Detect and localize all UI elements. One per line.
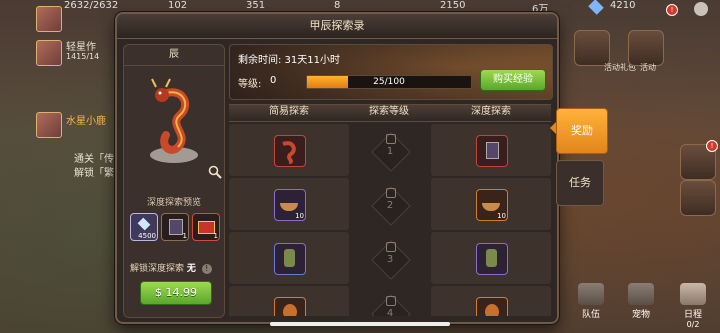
lock-icon: [386, 296, 396, 306]
exploration-dialog: 甲辰探索录 辰 深度探索预览 4500 1 1 解锁深度探索 无 ! $ 14.…: [115, 12, 559, 324]
deep-preview-heading: 深度探索预览: [146, 198, 201, 208]
lock-icon: [386, 188, 396, 198]
preview-item-gems[interactable]: 4500: [130, 213, 158, 241]
team-label: 队伍: [581, 310, 600, 320]
unlock-label: 解锁深度探索: [130, 264, 185, 274]
dragon-mini-icon: [282, 141, 296, 164]
chat-line-2: 通关「传: [74, 154, 114, 165]
bowl-icon: [280, 203, 298, 211]
basic-reward-dragon[interactable]: [274, 135, 306, 167]
tab-task[interactable]: 任务: [556, 160, 604, 206]
tab-reward[interactable]: 奖励: [556, 108, 608, 154]
schedule-count: 0/2: [686, 320, 700, 329]
item-qty: 10: [497, 212, 506, 220]
jar-icon: [284, 249, 295, 267]
item-qty: 10: [295, 212, 304, 220]
remaining-time: 剩余时间: 31天11小时: [238, 55, 340, 66]
level-number: 1: [386, 146, 394, 157]
chat-line-3: 解锁「繁: [74, 168, 114, 179]
level-progress-bar: 25/100: [306, 75, 472, 89]
table-row: 3: [229, 232, 551, 284]
seed-icon: [485, 304, 499, 316]
gem-pile-icon: [137, 217, 151, 231]
deep-cell: 10: [431, 178, 551, 230]
pet-label: 宠物: [631, 310, 650, 320]
level-progress-text: 25/100: [373, 77, 405, 87]
unlock-price-button[interactable]: $ 14.99: [140, 281, 212, 305]
player-meta: 1415/14: [66, 52, 100, 61]
schedule-label: 日程: [683, 310, 702, 320]
basic-reward-bowl[interactable]: 10: [274, 189, 306, 221]
deep-cell: [431, 232, 551, 284]
avatar-3[interactable]: [36, 112, 62, 138]
buy-exp-button[interactable]: 购买经验: [480, 69, 546, 91]
preview-item-card[interactable]: 1: [161, 213, 189, 241]
lock-icon: [386, 242, 396, 252]
col-deep: 深度探索: [471, 106, 511, 117]
pet-button[interactable]: 宠物: [624, 283, 658, 323]
level-label: 等级:: [238, 79, 262, 90]
left-preview-panel: 辰 深度探索预览 4500 1 1 解锁深度探索 无 ! $ 14.99: [123, 44, 225, 318]
info-icon[interactable]: !: [201, 264, 212, 274]
event-button[interactable]: [628, 30, 664, 66]
deep-reward-bowl[interactable]: 10: [476, 189, 508, 221]
event-pack-button[interactable]: [574, 30, 610, 66]
avatar-2[interactable]: [36, 40, 62, 66]
deep-cell: [431, 124, 551, 176]
team-icon: [578, 283, 604, 305]
dragon-image[interactable]: [142, 75, 206, 175]
unlock-status: 无: [186, 264, 196, 274]
level-number: 2: [386, 200, 394, 211]
chat-line-1: 水星小鹿: [66, 116, 106, 127]
basic-cell: 200: [229, 286, 349, 316]
level-value: 0: [270, 75, 277, 86]
basic-cell: [229, 232, 349, 284]
table-row: 1: [229, 124, 551, 176]
table-row: 200 4 400: [229, 286, 551, 316]
deep-cell: 400: [431, 286, 551, 316]
basic-cell: 10: [229, 178, 349, 230]
settings-icon[interactable]: [694, 2, 708, 16]
side-button-2[interactable]: [680, 180, 716, 216]
top-left-numbers: 2632/2632: [64, 0, 119, 11]
bowl-icon: [482, 203, 500, 211]
card-icon: [169, 219, 183, 235]
dialog-title: 甲辰探索录: [117, 14, 557, 39]
level-number: 4: [386, 308, 394, 316]
home-indicator[interactable]: [270, 322, 450, 326]
table-row: 10 2 10: [229, 178, 551, 230]
level-number: 3: [386, 254, 394, 265]
player-name: 轻星作: [66, 42, 96, 53]
team-button[interactable]: 队伍: [574, 283, 608, 323]
unlock-deep-line: 解锁深度探索 无 !: [130, 261, 230, 274]
zoom-icon[interactable]: [208, 165, 222, 179]
notify-badge-icon: !: [706, 140, 718, 152]
event-label: 活动: [640, 63, 656, 72]
deep-reward-seed[interactable]: 400: [476, 297, 508, 316]
schedule-button[interactable]: 日程 0/2: [676, 283, 710, 329]
basic-cell: [229, 124, 349, 176]
deep-reward-card[interactable]: [476, 135, 508, 167]
pet-icon: [628, 283, 654, 305]
preview-item-qty: 4500: [138, 232, 156, 240]
mail-badge-icon[interactable]: !: [666, 4, 678, 16]
zodiac-heading: 辰: [124, 45, 224, 66]
card-icon: [486, 142, 499, 159]
lock-icon: [386, 134, 396, 144]
gem-count: 4210: [610, 0, 636, 11]
deep-reward-jar[interactable]: [476, 243, 508, 275]
preview-item-chest[interactable]: 1: [192, 213, 220, 241]
exploration-header: 剩余时间: 31天11小时 等级: 0 25/100 购买经验: [229, 44, 553, 100]
basic-reward-jar[interactable]: [274, 243, 306, 275]
basic-reward-seed[interactable]: 200: [274, 297, 306, 316]
jar-icon: [486, 249, 497, 267]
chest-icon: [198, 221, 215, 234]
preview-item-qty: 1: [182, 232, 187, 240]
preview-item-qty: 1: [213, 232, 218, 240]
seed-icon: [283, 304, 297, 316]
avatar[interactable]: [36, 6, 62, 32]
exploration-panel: 剩余时间: 31天11小时 等级: 0 25/100 购买经验 简易探索 探索等…: [229, 44, 553, 316]
schedule-icon: [680, 283, 706, 305]
